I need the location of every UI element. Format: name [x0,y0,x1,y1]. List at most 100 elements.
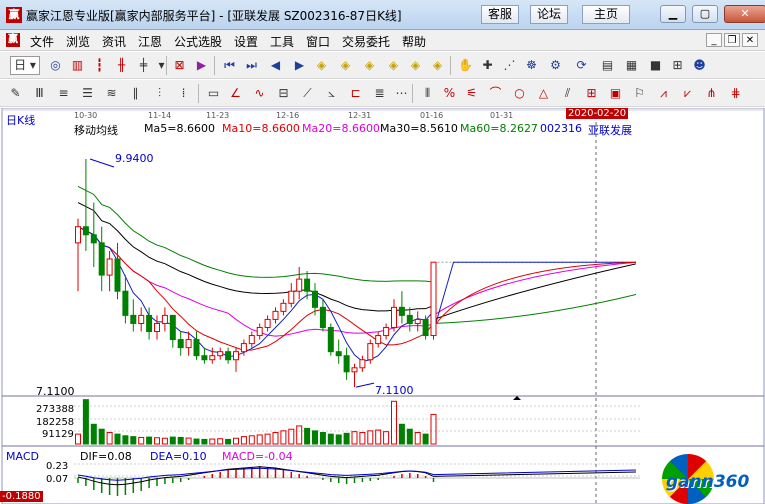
first-page-icon[interactable]: ⏮ [220,56,239,75]
menu-file[interactable]: 文件 [30,33,54,50]
fan-down-icon[interactable]: ⩗ [678,84,697,103]
angle-icon[interactable]: ∠ [226,84,245,103]
crosshair-icon[interactable]: ✚ [478,56,497,75]
black-box-icon[interactable]: ■ [646,56,665,75]
diagonal-icon[interactable]: ⟋ [298,84,317,103]
date-label-7: 01-31 [490,111,514,120]
fan-icon[interactable]: ⚟ [462,84,481,103]
candle-body [114,258,121,292]
candle-body [225,351,232,361]
square-icon[interactable]: ▣ [606,84,625,103]
forum-button[interactable]: 论坛 [530,5,568,24]
circle-icon[interactable]: ○ [510,84,529,103]
calculator-icon[interactable]: ▦ [622,56,641,75]
volume-bar [335,434,342,445]
fan-mix-icon[interactable]: ⋔ [702,84,721,103]
kline-chart[interactable]: 日K线 移动均线 Ma5=8.6600 Ma10=8.6600 Ma20=8.6… [0,108,765,504]
volume-bar [327,433,334,445]
report-icon[interactable]: ▤ [598,56,617,75]
customer-service-button[interactable]: 客服 [481,5,519,24]
zoom-in-icon[interactable]: ◈ [312,56,331,75]
last-page-icon[interactable]: ⏭ [242,56,261,75]
menu-settings[interactable]: 设置 [234,33,258,50]
fit-view-icon[interactable]: ◈ [428,56,447,75]
pen-icon[interactable]: ✎ [6,84,25,103]
zoom-out-icon[interactable]: ◈ [336,56,355,75]
arc-icon[interactable]: ⌒ [486,84,505,103]
hand-icon[interactable]: ✋ [456,56,475,75]
vertical-lines-icon[interactable]: Ⅲ [30,84,49,103]
bar-chart-icon[interactable]: ┇ [90,56,109,75]
mdi-restore-icon[interactable]: ❐ [724,33,740,47]
volume-bar [312,430,318,445]
channel-icon[interactable]: ⫽ [558,84,577,103]
rectangle-icon[interactable]: ▭ [204,84,223,103]
close-icon[interactable]: ✕ [724,5,765,23]
candle-body [146,314,153,333]
candle-icon[interactable]: ▥ [68,56,87,75]
ohlc-icon[interactable]: ╫ [112,56,131,75]
volume-bar [359,432,366,445]
reset-view-icon[interactable]: ◈ [406,56,425,75]
parallel-lines-icon[interactable]: ∥ [126,84,145,103]
candle-body [169,314,176,341]
chart-view-icon[interactable]: ◎ [46,56,65,75]
refresh-icon[interactable]: ⟳ [572,56,591,75]
mdi-close-icon[interactable]: ✕ [742,33,758,47]
line-chart-icon[interactable]: ╪ [134,56,153,75]
menu-formula-select[interactable]: 公式选股 [174,33,222,50]
tag-icon[interactable]: ⊞ [668,56,687,75]
speed-lines-icon[interactable]: ⫶ [150,84,169,103]
title-bar: 赢 赢家江恩专业版[赢家内部服务平台] - [亚联发展 SZ002316-87日… [0,0,765,30]
lines-stack-icon[interactable]: ≣ [370,84,389,103]
period-selector[interactable]: 日 ▾ [10,56,40,75]
menu-browse[interactable]: 浏览 [66,33,90,50]
menu-help[interactable]: 帮助 [402,33,426,50]
percent-icon[interactable]: % [440,84,459,103]
person-icon[interactable]: ☻ [690,56,709,75]
move-right-icon[interactable]: ▶ [290,56,309,75]
homepage-button[interactable]: 主页 [582,5,630,24]
gann-box-icon[interactable]: ⊟ [274,84,293,103]
menu-gann[interactable]: 江恩 [138,33,162,50]
fan-lines-icon[interactable]: ≋ [102,84,121,103]
chart-canvas[interactable] [0,108,765,504]
wave-icon[interactable]: ∿ [250,84,269,103]
horizontal-lines-icon[interactable]: ≡ [54,84,73,103]
trend-icon[interactable]: ⋰ [500,56,519,75]
volume-bar [177,436,184,445]
maximize-icon[interactable]: ▢ [692,5,718,23]
grid-lines-icon[interactable]: ☰ [78,84,97,103]
fan-end-icon[interactable]: ⋕ [726,84,745,103]
volume-bar [398,423,405,445]
cycle-lines-icon[interactable]: ⁞ [174,84,193,103]
wheel-icon[interactable]: ⚙ [546,56,565,75]
volume-bar [248,435,255,445]
timezone-icon[interactable]: ⫴ [418,84,437,103]
flag-lines-icon[interactable]: ⚐ [630,84,649,103]
gann-grid-icon[interactable]: ⊞ [582,84,601,103]
gann-fan-icon[interactable]: ☸ [522,56,541,75]
ruler-icon[interactable]: ⊏ [346,84,365,103]
more-lines-icon[interactable]: ⋯ [392,84,411,103]
indicator-name: 移动均线 [74,124,118,137]
move-left-icon[interactable]: ◀ [266,56,285,75]
menu-tools[interactable]: 工具 [270,33,294,50]
menu-info[interactable]: 资讯 [102,33,126,50]
menu-window[interactable]: 窗口 [306,33,330,50]
candle-body [185,339,192,349]
fibonacci-icon[interactable]: ⊠ [170,56,189,75]
slope-icon[interactable]: ⦣ [322,84,341,103]
minimize-icon[interactable]: ▁ [660,5,686,23]
volume-bar [296,425,303,445]
dropdown-icon[interactable]: ▾ [152,56,171,75]
triangle-icon[interactable]: △ [534,84,553,103]
candle-body [90,234,97,244]
date-label-3: 11-23 [206,111,230,120]
fan-up-icon[interactable]: ⩘ [654,84,673,103]
flag-icon[interactable]: ▶ [192,56,211,75]
mdi-minimize-icon[interactable]: _ [706,33,722,47]
shrink-icon[interactable]: ◈ [360,56,379,75]
expand-icon[interactable]: ◈ [384,56,403,75]
menu-trade[interactable]: 交易委托 [342,33,390,50]
